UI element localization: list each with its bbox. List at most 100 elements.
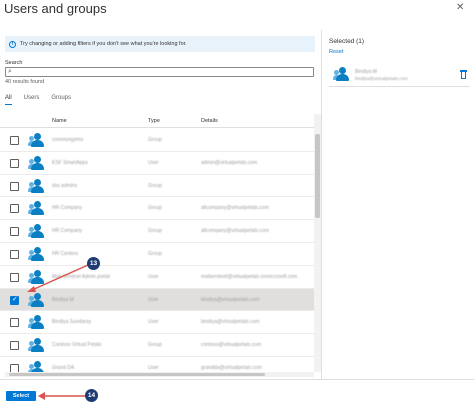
- table-header: Name Type Details: [0, 114, 314, 128]
- row-details: mailsentinel@virtualpetals.onmicrosoft.c…: [201, 273, 298, 280]
- table-row[interactable]: commongems Group: [0, 129, 314, 152]
- row-details: bindiya@virtualpetals.com: [201, 296, 260, 303]
- scrollbar-thumb[interactable]: [315, 134, 320, 218]
- user-avatar-icon: [28, 178, 45, 194]
- info-icon: i: [9, 40, 16, 48]
- table-row[interactable]: Grand DA User grandda@virtualpetals.com: [0, 357, 314, 372]
- user-avatar-icon: [28, 269, 45, 285]
- row-type: User: [148, 319, 159, 326]
- row-name: Bindiya M: [52, 296, 74, 303]
- column-header-name[interactable]: Name: [52, 118, 67, 124]
- row-name: Grand DA: [52, 364, 75, 371]
- tab-groups[interactable]: Groups: [51, 95, 71, 105]
- row-type: Group: [148, 205, 162, 212]
- row-checkbox[interactable]: ✓: [10, 295, 19, 305]
- footer-bar: Select: [0, 379, 474, 405]
- row-checkbox[interactable]: [10, 341, 19, 351]
- selected-item: Bindiya M bindiya@virtualpetals.com: [329, 63, 470, 87]
- row-checkbox[interactable]: [10, 158, 19, 168]
- table-row[interactable]: ESF SmartApps User admin@virtualpetals.com: [0, 152, 314, 175]
- search-label: Search: [5, 60, 23, 66]
- table-row[interactable]: dss admins Group: [0, 175, 314, 198]
- row-name: HR Centers: [52, 250, 79, 257]
- row-checkbox[interactable]: [10, 363, 19, 372]
- tab-users[interactable]: Users: [24, 95, 40, 105]
- row-checkbox[interactable]: [10, 181, 19, 191]
- row-name: HR Company: [52, 205, 83, 212]
- row-details: admin@virtualpetals.com: [201, 159, 258, 166]
- row-details: bindiya@virtualpetals.com: [201, 319, 260, 326]
- row-type: User: [148, 296, 159, 303]
- user-avatar-icon: [28, 155, 45, 171]
- column-header-type[interactable]: Type: [148, 118, 160, 124]
- row-name: HR Company: [52, 228, 83, 235]
- selected-item-name: Bindiya M: [355, 69, 377, 75]
- row-type: Group: [148, 182, 162, 189]
- horizontal-scrollbar[interactable]: [5, 372, 314, 377]
- tab-all[interactable]: All: [5, 95, 12, 105]
- row-name: Contoso Virtual Petals: [52, 342, 102, 349]
- check-icon: ✓: [12, 295, 18, 303]
- info-text: Try changing or adding filters if you do…: [20, 41, 187, 47]
- row-details: allcompany@virtualpetals.com: [201, 205, 269, 212]
- info-banner: i Try changing or adding filters if you …: [5, 36, 315, 52]
- row-type: Group: [148, 342, 162, 349]
- selected-title: Selected (1): [329, 38, 365, 45]
- user-avatar-icon: [28, 292, 45, 308]
- row-name: Mail Sentinel Admin portal: [52, 273, 110, 280]
- callout-badge-14: 14: [85, 389, 98, 402]
- row-checkbox[interactable]: [10, 318, 19, 328]
- search-icon: ⌕: [8, 68, 12, 75]
- row-type: User: [148, 159, 159, 166]
- row-type: User: [148, 364, 159, 371]
- user-avatar-icon: [28, 201, 45, 216]
- user-avatar-icon: [28, 133, 45, 148]
- table-row[interactable]: HR Centers Group: [0, 243, 314, 266]
- selected-pane: Selected (1) Reset Bindiya M bindiya@vir…: [323, 30, 474, 379]
- row-name: ESF SmartApps: [52, 159, 88, 166]
- tab-bar: All Users Groups: [5, 95, 71, 105]
- column-header-details[interactable]: Details: [201, 118, 218, 124]
- search-input[interactable]: ⌕: [5, 67, 314, 77]
- row-type: User: [148, 273, 159, 280]
- row-checkbox[interactable]: [10, 136, 19, 145]
- row-name: commongems: [52, 137, 84, 143]
- row-details: allcompany@virtualpetals.com: [201, 228, 269, 235]
- row-details: contoso@virtualpetals.com: [201, 342, 262, 349]
- row-checkbox[interactable]: [10, 204, 19, 214]
- row-name: Bindiya Sundaray: [52, 319, 92, 326]
- table-row[interactable]: HR Company Group allcompany@virtualpetals.…: [0, 197, 314, 221]
- user-avatar-icon: [28, 246, 45, 262]
- close-icon[interactable]: ✕: [456, 3, 464, 13]
- user-avatar-icon: [28, 224, 45, 239]
- results-table: Name Type Details commongems Group ESF Sma…: [0, 114, 322, 372]
- callout-badge-13: 13: [87, 257, 100, 270]
- results-count: 40 results found: [5, 79, 45, 85]
- table-row[interactable]: Bindiya Sundaray User bindiya@virtualpetal…: [0, 311, 314, 335]
- user-avatar-icon: [333, 67, 350, 82]
- row-type: Group: [148, 250, 162, 257]
- table-body: commongems Group ESF SmartApps User admin@vi…: [0, 129, 314, 372]
- table-row[interactable]: HR Company Group allcompany@virtualpetals.…: [0, 220, 314, 243]
- vertical-scrollbar[interactable]: [314, 114, 321, 372]
- row-checkbox[interactable]: [10, 227, 19, 237]
- row-details: grandda@virtualpetals.com: [201, 364, 262, 371]
- row-type: Group: [148, 137, 162, 143]
- scrollbar-thumb[interactable]: [9, 373, 265, 376]
- select-button[interactable]: Select: [6, 391, 36, 401]
- selected-item-email: bindiya@virtualpetals.com: [355, 76, 408, 81]
- reset-link[interactable]: Reset: [329, 49, 343, 55]
- trash-icon[interactable]: [460, 70, 467, 79]
- results-pane: i Try changing or adding filters if you …: [0, 30, 322, 379]
- row-type: Group: [148, 228, 162, 235]
- table-row[interactable]: ✓ Bindiya M User bindiya@virtualpetals.com: [0, 288, 314, 312]
- user-avatar-icon: [28, 360, 45, 372]
- user-avatar-icon: [28, 315, 45, 330]
- user-avatar-icon: [28, 338, 45, 353]
- dialog-title: Users and groups: [4, 1, 107, 16]
- table-row[interactable]: Contoso Virtual Petals Group contoso@virtu…: [0, 334, 314, 357]
- row-checkbox[interactable]: [10, 272, 19, 282]
- row-checkbox[interactable]: [10, 249, 19, 259]
- row-name: dss admins: [52, 182, 78, 189]
- table-row[interactable]: Mail Sentinel Admin portal User mailsentin…: [0, 266, 314, 289]
